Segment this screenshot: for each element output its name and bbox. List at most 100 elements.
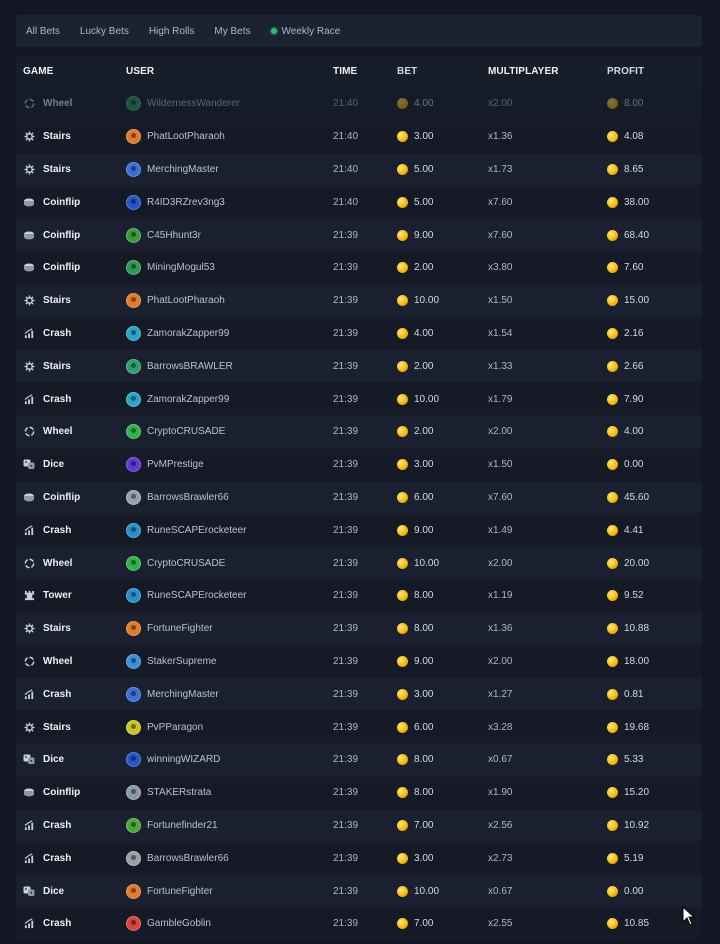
table-row[interactable]: Coinflip BarrowsBrawler66 21:39 6.00 x7.60 45… <box>16 480 702 514</box>
username[interactable]: FortuneFighter <box>147 623 213 634</box>
username[interactable]: CryptoCRUSADE <box>147 558 225 569</box>
username[interactable]: BarrowsBrawler66 <box>147 492 229 503</box>
tab-weekly-race[interactable]: Weekly Race <box>270 26 340 37</box>
user-cell[interactable]: FortuneFighter <box>126 621 333 637</box>
username[interactable]: PvPParagon <box>147 722 203 733</box>
user-cell[interactable]: STAKERstrata <box>126 785 333 801</box>
username[interactable]: winningWIZARD <box>147 754 220 765</box>
table-row[interactable]: Stairs BarrowsBRAWLER 21:39 2.00 x1.33 2.66 <box>16 349 702 383</box>
game-name: Stairs <box>43 360 71 372</box>
game-name: Dice <box>43 885 65 897</box>
bet-amount: 10.00 <box>414 295 440 307</box>
user-cell[interactable]: MiningMogul53 <box>126 260 333 276</box>
table-row[interactable]: Coinflip C45Hhunt3r 21:39 9.00 x7.60 68.40 <box>16 218 702 251</box>
table-row[interactable]: Coinflip MiningMogul53 21:39 2.00 x3.80 7.60 <box>16 250 702 284</box>
username[interactable]: C45Hhunt3r <box>147 230 201 241</box>
username[interactable]: BarrowsBRAWLER <box>147 361 233 372</box>
user-cell[interactable]: PhatLootPharaoh <box>126 293 333 309</box>
user-cell[interactable]: FortuneFighter <box>126 883 333 899</box>
table-row[interactable]: Crash GambleGoblin 21:39 7.00 x2.55 10.85 <box>16 906 702 940</box>
table-header: GAME USER TIME BET MULTIPLAYER PROFIT <box>16 56 702 87</box>
username[interactable]: FortuneFighter <box>147 886 213 897</box>
username[interactable]: PvMPrestige <box>147 459 204 470</box>
user-cell[interactable]: MerchingMaster <box>126 686 333 702</box>
col-bet-header[interactable]: BET <box>397 66 488 77</box>
user-cell[interactable]: ZamorakZapper99 <box>126 391 333 407</box>
username[interactable]: Fortunefinder21 <box>147 820 218 831</box>
username[interactable]: WildernessWanderer <box>147 98 240 109</box>
username[interactable]: PhatLootPharaoh <box>147 131 225 142</box>
user-cell[interactable]: RuneSCAPErocketeer <box>126 522 333 538</box>
username[interactable]: MiningMogul53 <box>147 262 215 273</box>
user-cell[interactable]: BarrowsBrawler66 <box>126 489 333 505</box>
user-cell[interactable]: RuneSCAPErocketeer <box>126 588 333 604</box>
username[interactable]: ZamorakZapper99 <box>147 394 229 405</box>
table-row[interactable]: Crash MerchingMaster 21:39 3.00 x1.27 0.81 <box>16 677 702 711</box>
username[interactable]: BarrowsBrawler66 <box>147 853 229 864</box>
table-row[interactable]: Tower RuneSCAPErocketeer 21:39 8.00 x1.19 9.5… <box>16 578 702 612</box>
table-row[interactable]: Stairs PvPParagon 21:39 6.00 x3.28 19.68 <box>16 710 702 743</box>
table-row[interactable]: Wheel WildernessWanderer 21:40 4.00 x2.00 8.0… <box>16 87 702 120</box>
username[interactable]: ZamorakZapper99 <box>147 328 229 339</box>
table-row[interactable]: Wheel CryptoCRUSADE 21:39 2.00 x2.00 4.00 <box>16 414 702 448</box>
table-row[interactable]: Dice PvMPrestige 21:39 3.00 x1.50 0.00 <box>16 447 702 481</box>
table-row[interactable]: Wheel StakerSupreme 21:39 9.00 x2.00 18.00 <box>16 644 702 678</box>
username[interactable]: MerchingMaster <box>147 689 219 700</box>
tab-my-bets[interactable]: My Bets <box>214 26 250 37</box>
col-game-header[interactable]: GAME <box>16 66 126 77</box>
user-cell[interactable]: PvMPrestige <box>126 457 333 473</box>
table-row[interactable]: Stairs PhatLootPharaoh 21:40 3.00 x1.36 4.08 <box>16 119 702 153</box>
col-user-header[interactable]: USER <box>126 66 333 77</box>
profit-amount: 7.60 <box>624 262 644 274</box>
user-cell[interactable]: R4ID3RZrev3ng3 <box>126 194 333 210</box>
table-row[interactable]: Coinflip R4ID3RZrev3ng3 21:40 5.00 x7.60 38.0… <box>16 185 702 219</box>
user-cell[interactable]: winningWIZARD <box>126 752 333 768</box>
table-row[interactable]: Crash RuneSCAPErocketeer 21:39 9.00 x1.49 4.4… <box>16 513 702 547</box>
col-multiplier-header[interactable]: MULTIPLAYER <box>488 66 607 77</box>
user-cell[interactable]: BarrowsBRAWLER <box>126 358 333 374</box>
table-row[interactable]: Crash ZamorakZapper99 21:39 10.00 x1.79 7.90 <box>16 382 702 415</box>
username[interactable]: GambleGoblin <box>147 918 211 929</box>
stairs-icon <box>23 163 35 175</box>
table-row[interactable]: Dice FortuneFighter 21:39 10.00 x0.67 0.00 <box>16 874 702 907</box>
col-time-header[interactable]: TIME <box>333 66 397 77</box>
table-row[interactable]: Dice winningWIZARD 21:39 8.00 x0.67 5.33 <box>16 742 702 776</box>
username[interactable]: StakerSupreme <box>147 656 216 667</box>
time-cell: 21:39 <box>333 327 359 339</box>
tab-lucky-bets[interactable]: Lucky Bets <box>80 26 129 37</box>
table-row[interactable]: Crash ZamorakZapper99 21:39 4.00 x1.54 2.16 <box>16 316 702 350</box>
username[interactable]: STAKERstrata <box>147 787 211 798</box>
user-cell[interactable]: WildernessWanderer <box>126 96 333 112</box>
user-cell[interactable]: ZamorakZapper99 <box>126 325 333 341</box>
game-name: Stairs <box>43 721 71 733</box>
tab-all-bets[interactable]: All Bets <box>26 26 60 37</box>
username[interactable]: PhatLootPharaoh <box>147 295 225 306</box>
table-row[interactable]: Wheel CryptoCRUSADE 21:39 10.00 x2.00 20.00 <box>16 546 702 579</box>
username[interactable]: CryptoCRUSADE <box>147 426 225 437</box>
username[interactable]: RuneSCAPErocketeer <box>147 525 247 536</box>
col-profit-header[interactable]: PROFIT <box>607 66 702 77</box>
user-cell[interactable]: PhatLootPharaoh <box>126 129 333 145</box>
table-row[interactable]: Crash Fortunefinder21 21:39 7.00 x2.56 10.92 <box>16 808 702 842</box>
table-row[interactable]: Crash BarrowsBrawler66 21:39 3.00 x2.73 5.19 <box>16 841 702 875</box>
table-row[interactable]: Stairs MerchingMaster 21:40 5.00 x1.73 8.65 <box>16 152 702 186</box>
user-cell[interactable]: CryptoCRUSADE <box>126 555 333 571</box>
user-cell[interactable]: Fortunefinder21 <box>126 817 333 833</box>
table-row[interactable]: Stairs PhatLootPharaoh 21:39 10.00 x1.50 15.0… <box>16 283 702 317</box>
table-row[interactable]: Stairs FortuneFighter 21:39 8.00 x1.36 10.88 <box>16 611 702 645</box>
user-cell[interactable]: CryptoCRUSADE <box>126 424 333 440</box>
coin-icon <box>607 196 618 208</box>
user-cell[interactable]: C45Hhunt3r <box>126 227 333 243</box>
user-cell[interactable]: GambleGoblin <box>126 916 333 932</box>
tab-high-rolls[interactable]: High Rolls <box>149 26 195 37</box>
user-cell[interactable]: StakerSupreme <box>126 653 333 669</box>
table-row[interactable]: Coinflip STAKERstrata 21:39 8.00 x1.90 15.20 <box>16 775 702 809</box>
username[interactable]: R4ID3RZrev3ng3 <box>147 197 225 208</box>
bet-cell: 2.00 <box>397 426 488 438</box>
user-cell[interactable]: PvPParagon <box>126 719 333 735</box>
user-cell[interactable]: BarrowsBrawler66 <box>126 850 333 866</box>
game-name: Wheel <box>43 655 73 667</box>
user-cell[interactable]: MerchingMaster <box>126 161 333 177</box>
username[interactable]: RuneSCAPErocketeer <box>147 590 247 601</box>
username[interactable]: MerchingMaster <box>147 164 219 175</box>
